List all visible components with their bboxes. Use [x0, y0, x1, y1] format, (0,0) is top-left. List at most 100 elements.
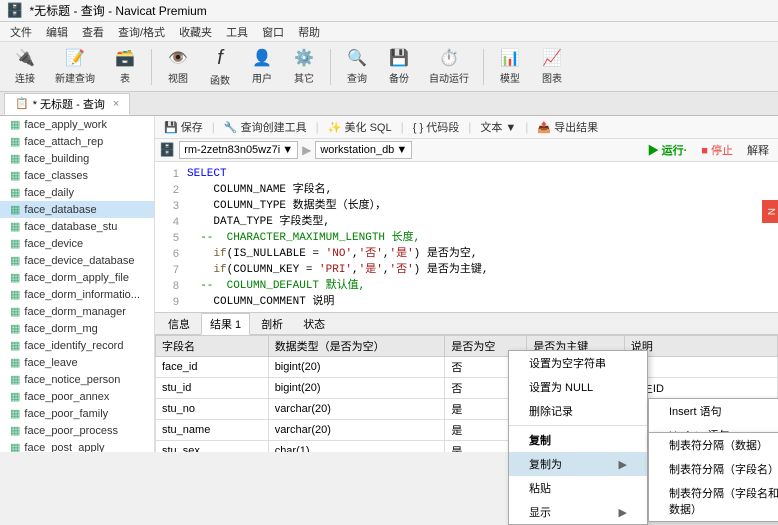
- query-button[interactable]: 🔍 查询: [338, 46, 376, 88]
- db-dropdown[interactable]: workstation_db ▼: [315, 141, 412, 159]
- sidebar-item-face-attach-rep[interactable]: ▦ face_attach_rep: [0, 133, 154, 150]
- query-tab[interactable]: 📋 * 无标题 - 查询 ×: [4, 93, 130, 115]
- sidebar-item-face-building[interactable]: ▦ face_building: [0, 150, 154, 167]
- ctx-set-null[interactable]: 设置为 NULL: [509, 375, 647, 399]
- col-header-field: 字段名: [156, 336, 269, 357]
- stop-button[interactable]: ■ 停止: [696, 141, 738, 159]
- backup-button[interactable]: 💾 备份: [380, 46, 418, 88]
- table-icon-14: ▦: [10, 356, 20, 369]
- sub-ctx-insert-sql[interactable]: Insert 语句: [649, 399, 778, 423]
- function-button[interactable]: f 函数: [201, 46, 239, 88]
- other-button[interactable]: ⚙️ 其它: [285, 46, 323, 88]
- ctx-display[interactable]: 显示 ▶: [509, 500, 647, 524]
- menu-query-format[interactable]: 查询/格式: [112, 23, 171, 41]
- sidebar-item-face-classes[interactable]: ▦ face_classes: [0, 167, 154, 184]
- chart-icon: 📈: [540, 48, 564, 68]
- server-dropdown[interactable]: rm-2zetn83n05wz7i ▼: [179, 141, 298, 159]
- menu-favorites[interactable]: 收藏夹: [173, 23, 218, 41]
- results-tab-status[interactable]: 状态: [294, 313, 334, 335]
- user-icon: 👤: [250, 48, 274, 68]
- ctx-set-empty-string[interactable]: 设置为空字符串: [509, 351, 647, 375]
- model-button[interactable]: 📊 模型: [491, 46, 529, 88]
- table-row[interactable]: face_id bigint(20) 否 是 ID: [156, 357, 778, 378]
- sidebar-item-face-dorm-apply-file[interactable]: ▦ face_dorm_apply_file: [0, 269, 154, 286]
- sidebar-item-face-notice-person[interactable]: ▦ face_notice_person: [0, 371, 154, 388]
- table-label: 表: [120, 70, 130, 85]
- new-query-label: 新建查询: [55, 70, 95, 85]
- menu-window[interactable]: 窗口: [256, 23, 290, 41]
- new-query-button[interactable]: 📝 新建查询: [48, 46, 102, 88]
- tab-close-icon[interactable]: ×: [113, 98, 119, 110]
- sidebar-item-face-database[interactable]: ▦ face_database: [0, 201, 154, 218]
- table-icon-11: ▦: [10, 305, 20, 318]
- user-button[interactable]: 👤 用户: [243, 46, 281, 88]
- addr-separator: ▶: [302, 143, 311, 157]
- sidebar-item-face-dorm-information[interactable]: ▦ face_dorm_informatio...: [0, 286, 154, 303]
- sidebar-item-face-apply-work[interactable]: ▦ face_apply_work: [0, 116, 154, 133]
- sidebar-item-face-dorm-manager[interactable]: ▦ face_dorm_manager: [0, 303, 154, 320]
- text-dropdown[interactable]: 文本 ▼: [475, 118, 521, 136]
- query-icon: 🔍: [345, 48, 369, 68]
- sub-ctx-tab-sep-field[interactable]: 制表符分隔（字段名）: [649, 457, 778, 481]
- other-icon: ⚙️: [292, 48, 316, 68]
- table-button[interactable]: 🗃️ 表: [106, 46, 144, 88]
- sub-ctx-tab-sep-field-data[interactable]: 制表符分隔（字段名和数据）: [649, 481, 778, 521]
- table-icon: 🗃️: [113, 48, 137, 68]
- table-icon-2: ▦: [10, 152, 20, 165]
- table-icon-5: ▦: [10, 203, 20, 216]
- table-icon-0: ▦: [10, 118, 20, 131]
- ctx-copy[interactable]: 复制: [509, 428, 647, 452]
- menu-view[interactable]: 查看: [76, 23, 110, 41]
- sidebar-item-face-identify-record[interactable]: ▦ face_identify_record: [0, 337, 154, 354]
- view-button[interactable]: 👁️ 视图: [159, 46, 197, 88]
- table-icon-4: ▦: [10, 186, 20, 199]
- title-bar: 🗄️ *无标题 - 查询 - Navicat Premium: [0, 0, 778, 22]
- menu-tools[interactable]: 工具: [220, 23, 254, 41]
- table-icon-12: ▦: [10, 322, 20, 335]
- right-decoration[interactable]: N: [762, 200, 778, 223]
- sidebar-item-face-device[interactable]: ▦ face_device: [0, 235, 154, 252]
- sidebar-item-face-leave[interactable]: ▦ face_leave: [0, 354, 154, 371]
- menu-edit[interactable]: 编辑: [40, 23, 74, 41]
- results-tab-info[interactable]: 信息: [159, 313, 199, 335]
- user-label: 用户: [252, 70, 272, 85]
- save-button[interactable]: 💾 保存: [159, 118, 208, 136]
- ctx-paste[interactable]: 粘贴: [509, 476, 647, 500]
- menu-file[interactable]: 文件: [4, 23, 38, 41]
- connect-button[interactable]: 🔌 连接: [6, 46, 44, 88]
- sidebar-item-face-poor-process[interactable]: ▦ face_poor_process: [0, 422, 154, 439]
- beautify-sql-button[interactable]: ✨ 美化 SQL: [323, 118, 397, 136]
- context-menu: 设置为空字符串 设置为 NULL 删除记录 复制 复制为 ▶ 粘贴 显示 ▶: [508, 350, 648, 525]
- results-tab-profile[interactable]: 剖析: [252, 313, 292, 335]
- sub-ctx-tab-sep-data[interactable]: 制表符分隔（数据）: [649, 433, 778, 457]
- table-icon-7: ▦: [10, 237, 20, 250]
- query-builder-button[interactable]: 🔧 查询创建工具: [219, 118, 312, 136]
- tab-icon: 📋: [15, 97, 29, 110]
- results-tab-result1[interactable]: 结果 1: [201, 313, 250, 335]
- sidebar-item-face-poor-family[interactable]: ▦ face_poor_family: [0, 405, 154, 422]
- table-icon-15: ▦: [10, 373, 20, 386]
- sidebar-item-face-dorm-mg[interactable]: ▦ face_dorm_mg: [0, 320, 154, 337]
- export-results-button[interactable]: 📤 导出结果: [532, 118, 603, 136]
- run-button[interactable]: ▶ 运行·: [643, 141, 693, 159]
- explain-button[interactable]: 解释: [742, 141, 774, 159]
- chart-button[interactable]: 📈 图表: [533, 46, 571, 88]
- ctx-copy-as[interactable]: 复制为 ▶: [509, 452, 647, 476]
- sidebar-item-face-database-stu[interactable]: ▦ face_database_stu: [0, 218, 154, 235]
- db-name: workstation_db: [320, 144, 394, 156]
- sidebar-item-face-device-database[interactable]: ▦ face_device_database: [0, 252, 154, 269]
- tab-bar: 📋 * 无标题 - 查询 ×: [0, 92, 778, 116]
- code-line-1: 1 SELECT: [159, 166, 774, 182]
- table-icon-9: ▦: [10, 271, 20, 284]
- autorun-button[interactable]: ⏱️ 自动运行: [422, 46, 476, 88]
- sidebar-item-face-poor-annex[interactable]: ▦ face_poor_annex: [0, 388, 154, 405]
- code-editor[interactable]: 1 SELECT 2 COLUMN_NAME 字段名, 3 COLUMN_TYP…: [155, 162, 778, 312]
- sidebar-item-face-daily[interactable]: ▦ face_daily: [0, 184, 154, 201]
- ctx-delete-record[interactable]: 删除记录: [509, 399, 647, 423]
- server-name: rm-2zetn83n05wz7i: [184, 144, 280, 156]
- menu-help[interactable]: 帮助: [292, 23, 326, 41]
- code-snippet-button[interactable]: { } 代码段: [408, 118, 464, 136]
- table-row[interactable]: stu_id bigint(20) 否 否 学生ID: [156, 378, 778, 399]
- table-icon-3: ▦: [10, 169, 20, 182]
- sidebar-item-face-post-apply[interactable]: ▦ face_post_apply: [0, 439, 154, 452]
